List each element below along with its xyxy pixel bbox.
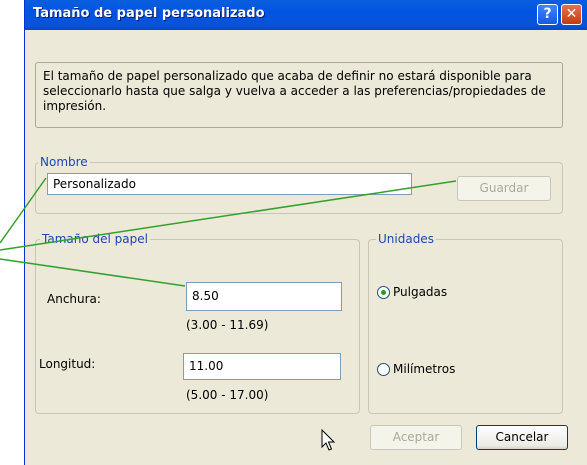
annotation-overlay <box>0 177 457 451</box>
callout-line-width <box>0 258 186 287</box>
callout-line-name <box>0 177 47 244</box>
callout-line-save <box>0 180 457 251</box>
mouse-cursor-icon <box>321 428 336 451</box>
